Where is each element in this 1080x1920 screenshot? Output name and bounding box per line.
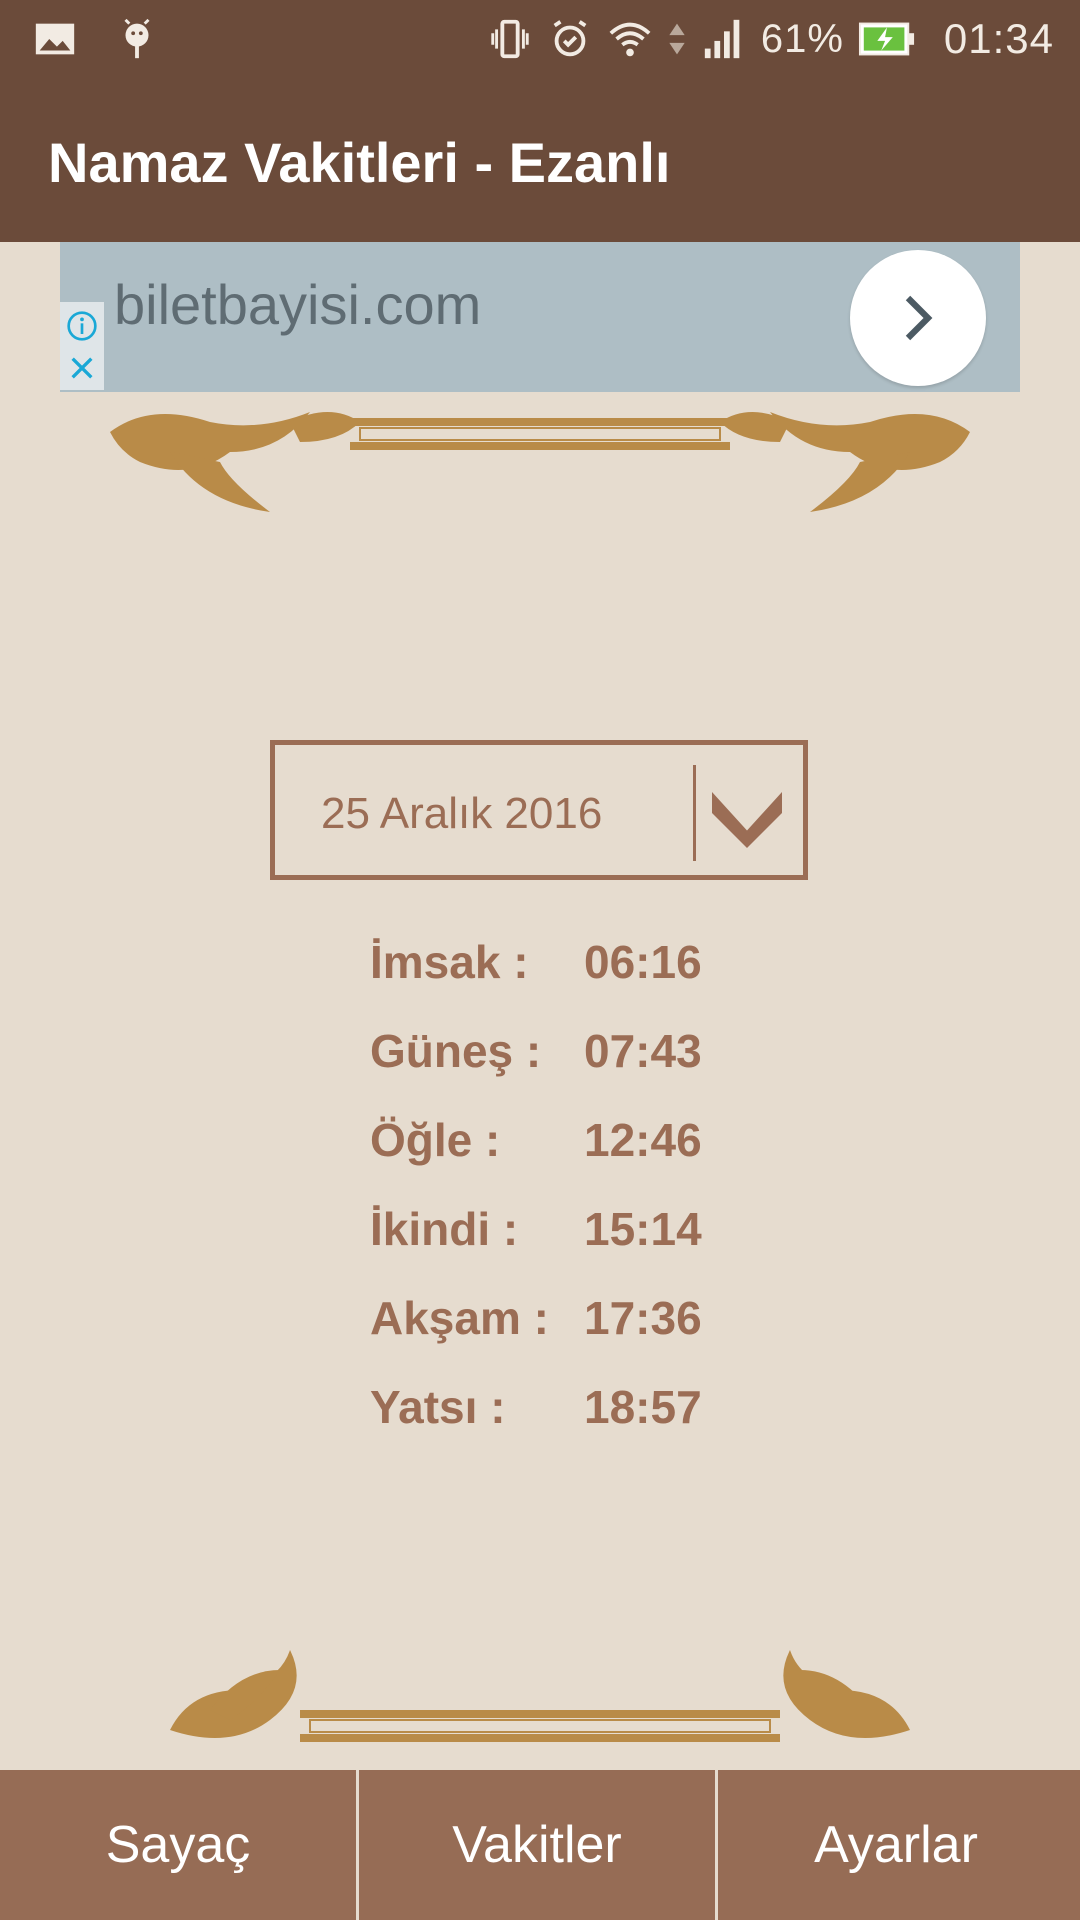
prayer-time: 15:14 bbox=[584, 1203, 702, 1255]
wifi-icon bbox=[609, 22, 651, 57]
prayer-label: İkindi : bbox=[370, 1203, 519, 1255]
prayer-label: Öğle : bbox=[370, 1114, 501, 1166]
prayer-row-imsak: İmsak : 06:16 bbox=[370, 935, 790, 1024]
prayer-row-yatsi: Yatsı : 18:57 bbox=[370, 1380, 790, 1469]
prayer-label: İmsak : bbox=[370, 936, 529, 988]
app-bar: Namaz Vakitleri - Ezanlı bbox=[0, 78, 1080, 242]
battery-charging-icon bbox=[858, 22, 914, 56]
info-icon[interactable] bbox=[66, 310, 98, 342]
signal-icon bbox=[704, 19, 740, 59]
prayer-time: 17:36 bbox=[584, 1292, 702, 1344]
app-title: Namaz Vakitleri - Ezanlı bbox=[48, 131, 671, 194]
nav-vakitler-button[interactable]: Vakitler bbox=[359, 1770, 715, 1920]
nav-ayarlar-button[interactable]: Ayarlar bbox=[718, 1770, 1074, 1920]
date-select[interactable]: 25 Aralık 2016 bbox=[270, 740, 808, 880]
prayer-row-aksam: Akşam : 17:36 bbox=[370, 1291, 790, 1380]
prayer-time: 18:57 bbox=[584, 1381, 702, 1433]
date-select-value: 25 Aralık 2016 bbox=[321, 789, 603, 838]
bottom-nav: Sayaç Vakitler Ayarlar bbox=[0, 1770, 1080, 1920]
status-bar: 61% 01:34 bbox=[0, 0, 1080, 78]
chevron-down-icon[interactable] bbox=[705, 771, 789, 855]
vibrate-icon bbox=[491, 19, 529, 59]
status-left-icons bbox=[32, 16, 160, 62]
ornament-bottom bbox=[170, 1650, 910, 1742]
date-select-divider bbox=[693, 765, 696, 861]
ornament-top bbox=[110, 412, 970, 512]
prayer-label: Güneş : bbox=[370, 1025, 542, 1077]
clock-time: 01:34 bbox=[943, 15, 1054, 62]
status-right-icons: 61% 01:34 bbox=[487, 10, 1054, 68]
ad-next-button[interactable] bbox=[850, 250, 986, 386]
ad-brand-text[interactable]: biletbayisi.com bbox=[114, 272, 481, 337]
prayer-label: Akşam : bbox=[370, 1292, 549, 1344]
alarm-icon bbox=[553, 20, 587, 57]
prayer-times: İmsak : 06:16 Güneş : 07:43 Öğle : 12:46… bbox=[370, 935, 790, 1469]
close-icon[interactable] bbox=[66, 352, 98, 384]
gallery-icon bbox=[35, 23, 75, 55]
prayer-time: 12:46 bbox=[584, 1114, 702, 1166]
prayer-row-gunes: Güneş : 07:43 bbox=[370, 1024, 790, 1113]
prayer-time: 07:43 bbox=[584, 1025, 702, 1077]
prayer-row-ogle: Öğle : 12:46 bbox=[370, 1113, 790, 1202]
ad-info-box bbox=[60, 302, 104, 390]
chevron-right-icon bbox=[905, 295, 933, 341]
prayer-label: Yatsı : bbox=[370, 1381, 506, 1433]
data-arrows-icon bbox=[669, 23, 685, 55]
nav-sayac-button[interactable]: Sayaç bbox=[0, 1770, 356, 1920]
android-debug-icon bbox=[124, 18, 150, 59]
prayer-row-ikindi: İkindi : 15:14 bbox=[370, 1202, 790, 1291]
battery-percent: 61% bbox=[760, 16, 844, 61]
prayer-time: 06:16 bbox=[584, 936, 702, 988]
ad-banner[interactable]: biletbayisi.com bbox=[60, 242, 1020, 392]
